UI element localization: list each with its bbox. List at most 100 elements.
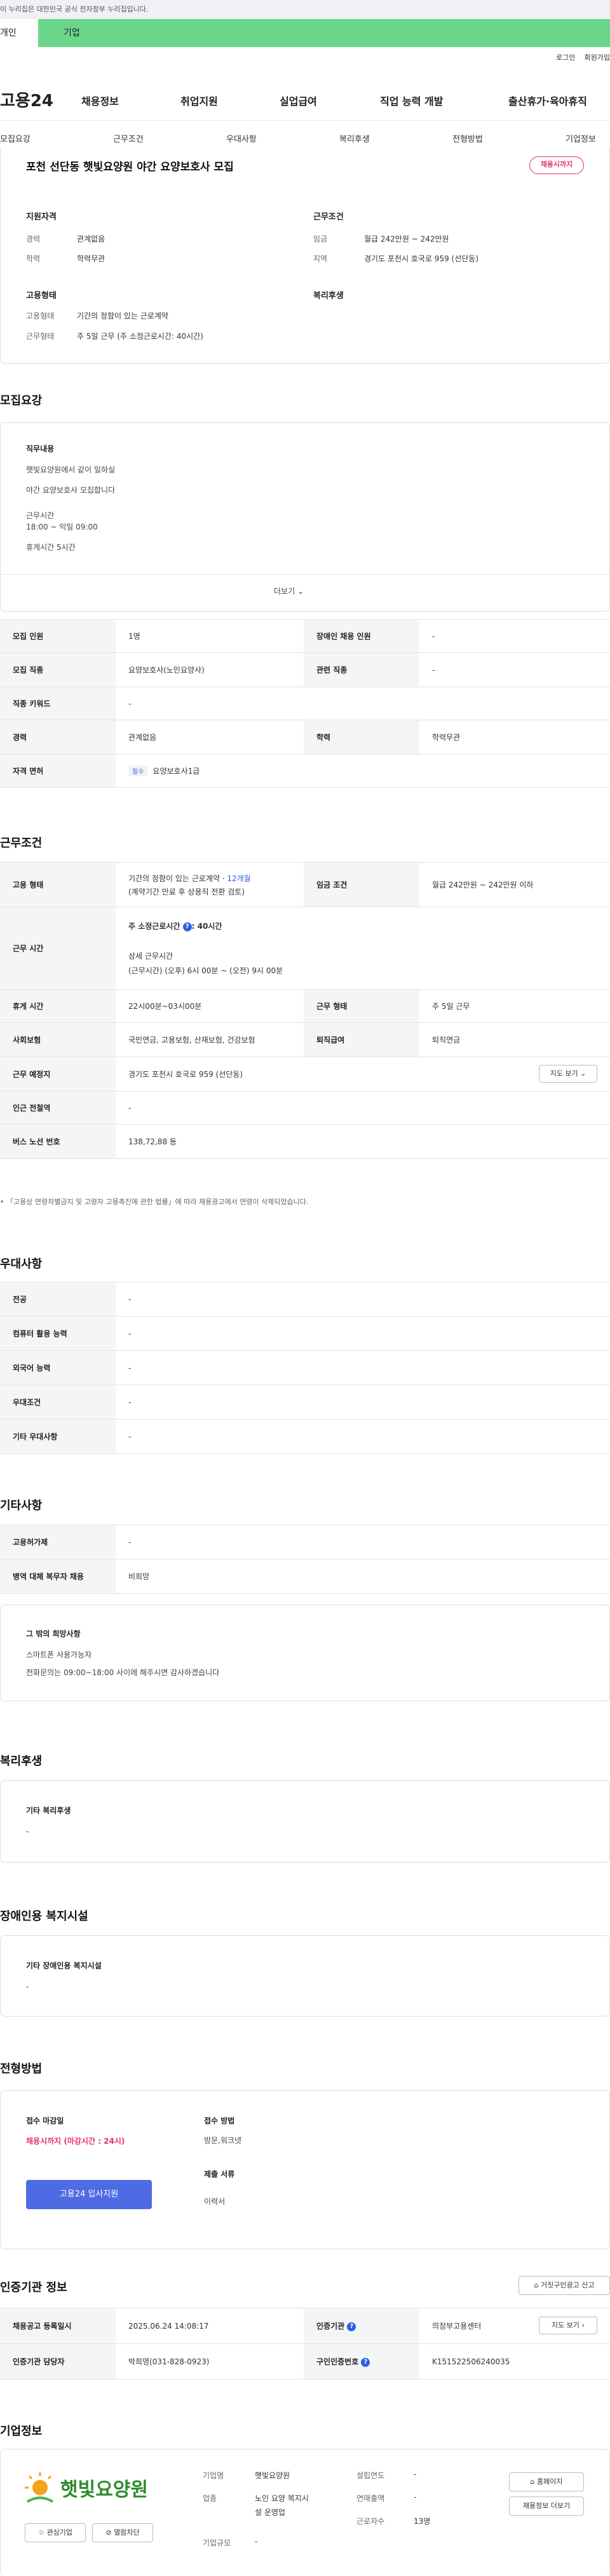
login-link[interactable]: 로그인 <box>556 53 575 62</box>
td-disabled-hire: - <box>419 619 610 653</box>
duty-box: 직무내용 햇빛요양원에서 같이 일하실 야간 요양보호사 모집합니다 근무시간 … <box>0 422 610 612</box>
user-type-tabs: 개인 기업 <box>0 19 610 47</box>
gnb-item-training[interactable]: 직업 능력 개발 <box>380 93 443 108</box>
welfare-value: - <box>26 1827 29 1836</box>
apply-button[interactable]: 고용24 입사지원 <box>26 2180 152 2209</box>
org-label: 인증기관 <box>316 2322 345 2331</box>
block-label: 열람차단 <box>114 2528 140 2537</box>
gnb-item-jobs[interactable]: 채용정보 <box>81 93 119 108</box>
th-license: 자격 면허 <box>0 754 116 788</box>
cert-section-title: 인증기관 정보 <box>0 2281 67 2294</box>
report-icon: ⌂ <box>534 2281 539 2289</box>
worktype-value: 주 5일 근무 (주 소정근로시간: 40시간) <box>77 332 203 341</box>
th-reg: 채용공고 등록일시 <box>0 2308 116 2344</box>
exp-value: 관계없음 <box>77 235 105 243</box>
snb-recruit[interactable]: 모집요강 <box>0 132 30 144</box>
block-button[interactable]: ⊘ 열람차단 <box>92 2523 153 2542</box>
org-map-button[interactable]: 지도 보기 › <box>539 2317 597 2334</box>
site-logo[interactable]: 고용24 <box>0 88 53 111</box>
gnb-item-benefit[interactable]: 실업급여 <box>280 93 317 108</box>
td-military: 비희망 <box>116 1559 610 1594</box>
founded-label: 설립연도 <box>356 2471 385 2480</box>
th-eps: 고용허가제 <box>0 1524 116 1559</box>
tab-company[interactable]: 기업 <box>64 19 80 47</box>
th-place: 근무 예정지 <box>0 1057 116 1092</box>
th-severance: 퇴직급여 <box>304 1022 419 1057</box>
snb-screening[interactable]: 전형방법 <box>452 132 483 144</box>
signup-link[interactable]: 회원가입 <box>585 53 610 62</box>
exp-label: 경력 <box>26 235 41 243</box>
map-button[interactable]: 지도 보기 ⌄ <box>539 1065 597 1083</box>
td-career: 관계없음 <box>116 720 304 755</box>
wage-value: 월급 242만원 ~ 242만원 <box>364 235 449 243</box>
th-language: 외국어 능력 <box>0 1350 116 1385</box>
report-button[interactable]: ⌂ 거짓구인광고 신고 <box>518 2276 610 2295</box>
table-row: 기타 우대사항 - <box>0 1419 610 1454</box>
th-job-type: 모집 직종 <box>0 652 116 687</box>
info-icon[interactable]: ? <box>182 922 192 931</box>
th-wage: 임금 조건 <box>304 862 419 907</box>
etc-table: 고용허가제 - 병역 대체 복무자 채용 비희망 <box>0 1524 610 1594</box>
snb-company[interactable]: 기업정보 <box>566 132 596 144</box>
org-map-label: 지도 보기 <box>552 2321 580 2329</box>
fav-label: 관심기업 <box>46 2528 72 2537</box>
etc-section-title: 기타사항 <box>0 1499 43 1512</box>
th-headcount: 모집 인원 <box>0 619 116 653</box>
th-career: 경력 <box>0 720 116 755</box>
table-row: 직종 키워드 - <box>0 687 610 720</box>
th-insurance: 사회보험 <box>0 1022 116 1057</box>
emptype-label: 고용형태 <box>26 312 55 320</box>
th-computer: 컴퓨터 활용 능력 <box>0 1316 116 1351</box>
chevron-down-icon: ⌄ <box>580 1069 586 1078</box>
cert-table: 채용공고 등록일시 2025.06.24 14:08:17 인증기관 ? 의정부고용센… <box>0 2308 610 2380</box>
snb-conditions[interactable]: 근무조건 <box>113 132 144 144</box>
disab-sub: 기타 장애인용 복지시설 <box>26 1961 102 1970</box>
table-row: 사회보험 국민연금, 고용보험, 산재보험, 건강보험 퇴직급여 퇴직연금 <box>0 1022 610 1057</box>
tab-individual[interactable]: 개인 <box>0 19 38 47</box>
screen-section-title: 전형방법 <box>0 2062 43 2076</box>
cond-table: 고용 형태 기간의 정함이 있는 근로계약 · 12개월 (계약기간 만료 후 상… <box>0 862 610 1159</box>
td-rest: 22시00분~03시00분 <box>116 989 304 1023</box>
info-icon[interactable]: ? <box>347 2322 356 2331</box>
logo-text: 햇빛요양원 <box>60 2479 148 2501</box>
emp-note: (계약기간 만료 후 상용직 전환 검토) <box>128 887 245 896</box>
method-value: 방문,워크넷 <box>204 2136 242 2145</box>
td-cert-no: K151522506240035 <box>419 2343 610 2380</box>
th-major: 전공 <box>0 1282 116 1317</box>
gov-banner: 이 누리집은 대한민국 공식 전자정부 누리집입니다. <box>0 0 610 19</box>
td-wage: 월급 242만원 ~ 242만원 이하 <box>419 862 610 907</box>
homepage-button[interactable]: ⌂ 홈페이지 <box>509 2472 584 2491</box>
more-button[interactable]: 더보기 ⌄ <box>274 586 304 596</box>
snb-preference[interactable]: 우대사항 <box>226 132 257 144</box>
table-row: 경력 관계없음 학력 학력무관 <box>0 720 610 755</box>
info-icon[interactable]: ? <box>361 2357 370 2367</box>
duty-line: 근무시간 <box>26 511 55 520</box>
emp-title: 고용형태 <box>26 291 57 301</box>
chevron-right-icon: › <box>581 2321 585 2329</box>
table-row: 인증기관 담당자 박희영(031-828-0923) 구인인증번호 ? K151522… <box>0 2343 610 2380</box>
fav-company-button[interactable]: ☆ 관심기업 <box>25 2523 86 2542</box>
name-value: 햇빛요양원 <box>255 2471 290 2480</box>
chevron-down-icon: ⌄ <box>297 587 304 596</box>
td-keyword: - <box>116 687 610 720</box>
gnb-item-leave[interactable]: 출산휴가·육아휴직 <box>508 93 587 108</box>
company-logo: 햇빛요양원 <box>25 2469 158 2508</box>
wage-label: 임금 <box>313 235 328 243</box>
docs-title: 제출 서류 <box>204 2170 235 2179</box>
utility-links: 로그인 회원가입 <box>547 52 610 62</box>
emp-count-value: 13명 <box>414 2517 431 2526</box>
more-jobs-button[interactable]: 채용정보 더보기 <box>509 2497 584 2516</box>
gov-banner-text: 이 누리집은 대한민국 공식 전자정부 누리집입니다. <box>0 5 149 13</box>
snb-welfare[interactable]: 복리후생 <box>339 132 370 144</box>
homepage-label: 홈페이지 <box>537 2477 563 2486</box>
emp-period: 12개월 <box>227 874 251 883</box>
pref-section-title: 우대사항 <box>0 1257 43 1271</box>
td-major: - <box>116 1282 610 1317</box>
size-value: - <box>255 2537 258 2546</box>
hope-line: 스마트폰 사용가능자 <box>26 1650 92 1659</box>
th-education: 학력 <box>304 720 419 755</box>
table-row: 모집 인원 1명 장애인 채용 인원 - <box>0 619 610 653</box>
time-hours: : 40시간 <box>191 922 222 931</box>
welfare-section-title: 복리후생 <box>0 1755 43 1768</box>
gnb-item-support[interactable]: 취업지원 <box>180 93 218 108</box>
